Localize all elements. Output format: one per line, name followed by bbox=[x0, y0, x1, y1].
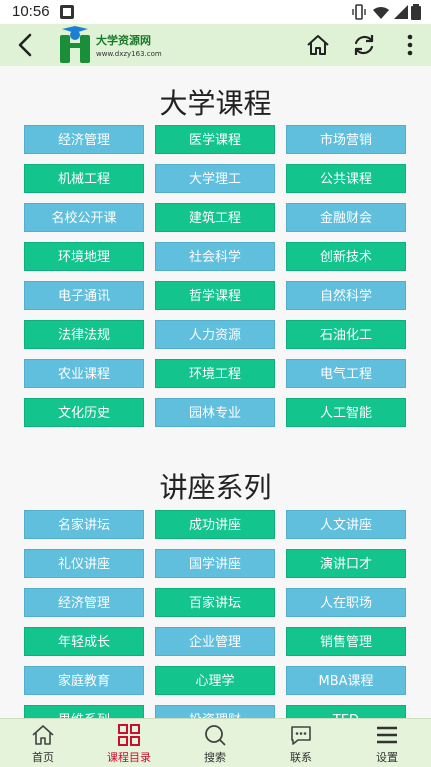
tab-label: 联系 bbox=[290, 751, 312, 764]
category-button[interactable]: 企业管理 bbox=[155, 627, 275, 656]
app-bar: 大学资源网 www.dxzy163.com bbox=[0, 24, 431, 66]
tab-label: 首页 bbox=[32, 751, 54, 764]
battery-icon bbox=[411, 4, 421, 20]
courses-grid: 经济管理 医学课程 市场营销机械工程 大学理工 公共课程名校公开课 建筑工程 金融财会环境地… bbox=[24, 125, 408, 428]
category-button[interactable]: 环境工程 bbox=[155, 359, 275, 388]
category-button[interactable]: 电子通讯 bbox=[24, 281, 144, 310]
category-button[interactable]: 园林专业 bbox=[155, 398, 275, 427]
tab-settings[interactable]: 设置 bbox=[344, 719, 430, 767]
category-button[interactable]: 心理学 bbox=[155, 666, 275, 695]
grid-icon bbox=[118, 724, 140, 746]
refresh-icon[interactable] bbox=[351, 32, 377, 58]
status-time: 10:56 bbox=[12, 3, 50, 20]
tab-catalog[interactable]: 课程目录 bbox=[86, 719, 172, 767]
signal-icon bbox=[394, 5, 408, 19]
category-button[interactable]: 建筑工程 bbox=[155, 203, 275, 232]
category-button[interactable]: 百家讲坛 bbox=[155, 588, 275, 617]
search-icon bbox=[205, 725, 226, 746]
tab-contact[interactable]: 联系 bbox=[258, 719, 344, 767]
site-logo: 大学资源网 www.dxzy163.com bbox=[58, 25, 178, 65]
category-button[interactable]: 经济管理 bbox=[24, 588, 144, 617]
category-button[interactable]: 法律法规 bbox=[24, 320, 144, 349]
tab-label: 课程目录 bbox=[107, 751, 151, 764]
lectures-grid: 名家讲坛 成功讲座 人文讲座礼仪讲座 国学讲座 演讲口才经济管理 百家讲坛 人在职场年轻成长… bbox=[24, 510, 408, 718]
logo-url: www.dxzy163.com bbox=[96, 50, 162, 58]
tab-label: 搜索 bbox=[204, 751, 226, 764]
section-title-lectures: 讲座系列 bbox=[159, 471, 272, 504]
category-button[interactable]: 人在职场 bbox=[286, 588, 406, 617]
category-button[interactable]: 金融财会 bbox=[286, 203, 406, 232]
category-button[interactable]: 名校公开课 bbox=[24, 203, 144, 232]
category-button[interactable]: 大学理工 bbox=[155, 164, 275, 193]
tab-home[interactable]: 首页 bbox=[0, 719, 86, 767]
tab-search[interactable]: 搜索 bbox=[172, 719, 258, 767]
menu-icon bbox=[377, 726, 397, 744]
category-button[interactable]: 社会科学 bbox=[155, 242, 275, 271]
category-button[interactable]: 礼仪讲座 bbox=[24, 549, 144, 578]
logo-name: 大学资源网 bbox=[96, 34, 151, 47]
category-button[interactable]: 哲学课程 bbox=[155, 281, 275, 310]
category-button[interactable]: 电气工程 bbox=[286, 359, 406, 388]
category-button[interactable]: 国学讲座 bbox=[155, 549, 275, 578]
logo-mark-icon bbox=[60, 26, 90, 63]
more-vert-icon[interactable] bbox=[398, 32, 422, 58]
category-button[interactable]: MBA课程 bbox=[286, 666, 406, 695]
vibrate-icon bbox=[352, 4, 366, 20]
content-area[interactable]: 大学课程 经济管理 医学课程 市场营销 机械工程 大学理工 公共课程 名校公开课 建筑工程 金融… bbox=[0, 66, 431, 718]
app-notification-icon bbox=[60, 5, 74, 19]
status-bar: 10:56 bbox=[0, 0, 431, 24]
bottom-tab-bar: 首页 课程目录 搜索 联系 设置 bbox=[0, 718, 431, 767]
home-icon bbox=[32, 725, 54, 745]
category-button[interactable]: 名家讲坛 bbox=[24, 510, 144, 539]
category-button[interactable]: 经济管理 bbox=[24, 125, 144, 154]
category-button[interactable]: 人力资源 bbox=[155, 320, 275, 349]
tab-label: 设置 bbox=[376, 751, 398, 764]
home-icon[interactable] bbox=[305, 32, 331, 58]
chat-icon bbox=[291, 726, 311, 745]
category-button[interactable]: 石油化工 bbox=[286, 320, 406, 349]
category-button[interactable]: 医学课程 bbox=[155, 125, 275, 154]
category-button[interactable]: 机械工程 bbox=[24, 164, 144, 193]
category-button[interactable]: 演讲口才 bbox=[286, 549, 406, 578]
category-button[interactable]: 销售管理 bbox=[286, 627, 406, 656]
category-button[interactable]: 年轻成长 bbox=[24, 627, 144, 656]
category-button[interactable]: 投资理财 bbox=[155, 705, 275, 718]
category-button[interactable]: 成功讲座 bbox=[155, 510, 275, 539]
section-title-courses: 大学课程 bbox=[159, 87, 272, 120]
wifi-icon bbox=[373, 6, 389, 19]
category-button[interactable]: 思维系列 bbox=[24, 705, 144, 718]
category-button[interactable]: 家庭教育 bbox=[24, 666, 144, 695]
back-arrow-icon[interactable] bbox=[14, 32, 38, 58]
category-button[interactable]: 人工智能 bbox=[286, 398, 406, 427]
category-button[interactable]: 创新技术 bbox=[286, 242, 406, 271]
category-button[interactable]: TED bbox=[286, 705, 406, 718]
category-button[interactable]: 农业课程 bbox=[24, 359, 144, 388]
category-button[interactable]: 公共课程 bbox=[286, 164, 406, 193]
category-button[interactable]: 市场营销 bbox=[286, 125, 406, 154]
category-button[interactable]: 人文讲座 bbox=[286, 510, 406, 539]
category-button[interactable]: 自然科学 bbox=[286, 281, 406, 310]
category-button[interactable]: 环境地理 bbox=[24, 242, 144, 271]
category-button[interactable]: 文化历史 bbox=[24, 398, 144, 427]
